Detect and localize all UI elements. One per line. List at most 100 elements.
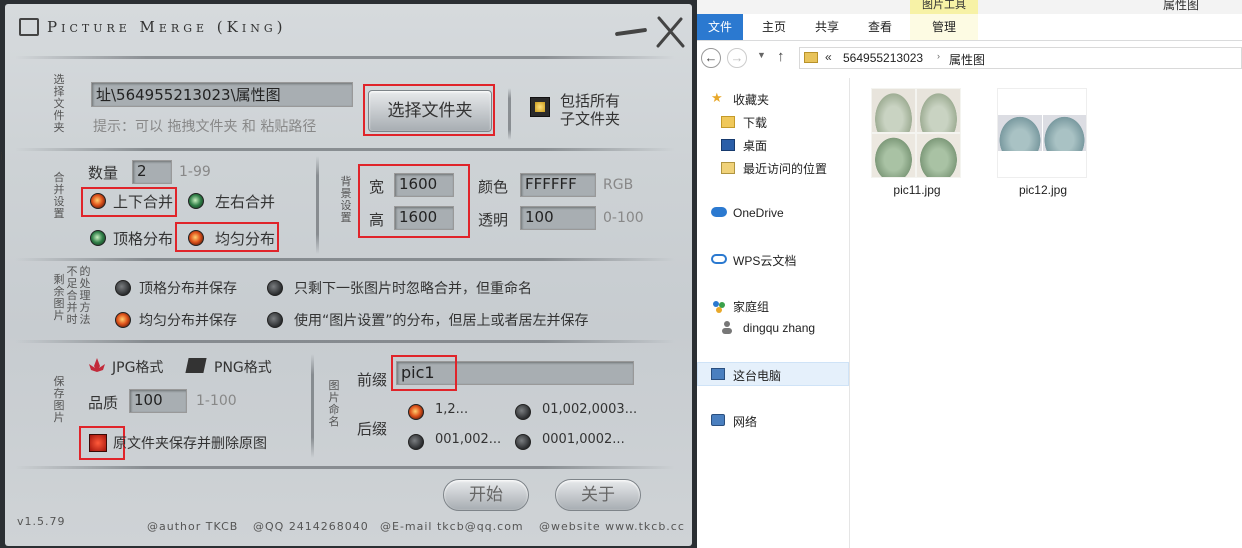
divider bbox=[15, 148, 675, 151]
user-icon bbox=[721, 320, 733, 334]
remain-even-save-radio[interactable] bbox=[115, 312, 131, 328]
merge-horizontal-label[interactable]: 左右合并 bbox=[215, 191, 275, 212]
suffix-opt2-label[interactable]: 01,002,0003... bbox=[542, 402, 637, 417]
nav-network[interactable]: 网络 bbox=[733, 413, 757, 430]
divider bbox=[15, 258, 675, 261]
bg-section-label: 背景设置 bbox=[340, 175, 352, 224]
nav-thispc[interactable]: 这台电脑 bbox=[733, 367, 781, 384]
remain-ignore-radio[interactable] bbox=[267, 280, 283, 296]
breadcrumb-overflow[interactable]: « bbox=[825, 50, 832, 64]
nav-desktop[interactable]: 桌面 bbox=[743, 137, 767, 154]
jpg-format-label[interactable]: JPG格式 bbox=[112, 357, 163, 377]
dist-grid-radio[interactable] bbox=[90, 230, 106, 246]
background-fragment: i bbox=[0, 150, 4, 163]
bg-color-unit: RGB bbox=[603, 177, 634, 193]
highlight-box bbox=[358, 164, 470, 238]
delete-original-label[interactable]: 原文件夹保存并删除原图 bbox=[113, 433, 267, 453]
nav-user[interactable]: dingqu zhang bbox=[743, 321, 815, 335]
file-item[interactable] bbox=[871, 88, 963, 180]
chevron-right-icon[interactable]: › bbox=[937, 51, 940, 61]
remain-grid-save-label[interactable]: 顶格分布并保存 bbox=[139, 278, 237, 298]
nav-homegroup[interactable]: 家庭组 bbox=[733, 298, 769, 315]
breadcrumb-item-2[interactable]: 属性图 bbox=[949, 51, 985, 68]
nav-favorites[interactable]: 收藏夹 bbox=[733, 91, 769, 108]
tab-manage[interactable]: 管理 bbox=[910, 14, 978, 40]
about-button[interactable]: 关于 bbox=[555, 479, 641, 511]
dist-grid-label[interactable]: 顶格分布 bbox=[113, 228, 173, 249]
count-label: 数量 bbox=[88, 164, 119, 182]
suffix-opt2-radio[interactable] bbox=[515, 404, 531, 420]
divider bbox=[15, 466, 675, 469]
tab-file[interactable]: 文件 bbox=[697, 14, 743, 40]
png-icon[interactable] bbox=[185, 358, 207, 373]
nav-recent[interactable]: 最近访问的位置 bbox=[743, 160, 827, 177]
file-name[interactable]: pic12.jpg bbox=[997, 183, 1089, 197]
bg-opacity-input[interactable]: 100 bbox=[520, 206, 596, 230]
nav-onedrive[interactable]: OneDrive bbox=[733, 206, 784, 220]
lotus-icon[interactable] bbox=[87, 356, 107, 374]
divider bbox=[316, 156, 319, 254]
include-subfolders-label-2: 子文件夹 bbox=[560, 110, 621, 128]
highlight-box bbox=[363, 84, 495, 136]
downloads-icon bbox=[721, 116, 735, 128]
folder-icon bbox=[804, 52, 818, 63]
onedrive-icon bbox=[711, 207, 727, 217]
quality-input[interactable]: 100 bbox=[129, 389, 187, 413]
history-dropdown-icon[interactable]: ▼ bbox=[757, 50, 766, 60]
suffix-opt3-radio[interactable] bbox=[408, 434, 424, 450]
app-panel: Picture Merge (King) 选择文件夹 址\56495521302… bbox=[5, 4, 692, 546]
start-button[interactable]: 开始 bbox=[443, 479, 529, 511]
folder-hint: 提示：可以 拖拽文件夹 和 粘贴路径 bbox=[93, 119, 317, 135]
remainder-label-2: 不足合并时 bbox=[66, 265, 78, 326]
app-title: Picture Merge (King) bbox=[47, 18, 287, 36]
naming-section-label: 图片命名 bbox=[328, 379, 340, 428]
divider bbox=[15, 340, 675, 343]
count-range: 1-99 bbox=[179, 164, 211, 180]
divider bbox=[15, 56, 675, 59]
save-section-label: 保存图片 bbox=[53, 375, 65, 424]
file-item[interactable] bbox=[997, 88, 1089, 180]
forward-icon[interactable]: → bbox=[727, 48, 747, 68]
up-icon[interactable]: ↑ bbox=[777, 48, 785, 65]
suffix-opt4-label[interactable]: 0001,0002... bbox=[542, 432, 625, 447]
suffix-opt4-radio[interactable] bbox=[515, 434, 531, 450]
merge-horizontal-radio[interactable] bbox=[188, 193, 204, 209]
footer-author: @author TKCB bbox=[147, 520, 239, 533]
back-icon[interactable]: ← bbox=[701, 48, 721, 68]
nav-wps[interactable]: WPS云文档 bbox=[733, 252, 796, 269]
include-subfolders-checkbox[interactable] bbox=[530, 97, 550, 117]
version-label: v1.5.79 bbox=[17, 515, 66, 528]
bg-color-input[interactable]: FFFFFF bbox=[520, 173, 596, 197]
suffix-opt1-label[interactable]: 1,2... bbox=[435, 402, 468, 417]
recent-places-icon bbox=[721, 162, 735, 174]
remain-ignore-label[interactable]: 只剩下一张图片时忽略合并，但重命名 bbox=[294, 278, 532, 298]
remain-use-setting-radio[interactable] bbox=[267, 312, 283, 328]
suffix-opt1-radio[interactable] bbox=[408, 404, 424, 420]
tab-share[interactable]: 共享 bbox=[805, 14, 849, 40]
homegroup-icon bbox=[711, 299, 727, 313]
highlight-box bbox=[391, 355, 457, 391]
file-explorer-window: 图片工具 属性图 文件 主页 共享 查看 管理 ← → ▼ ↑ « 564955… bbox=[697, 0, 1242, 548]
tab-home[interactable]: 主页 bbox=[752, 14, 796, 40]
quality-range: 1-100 bbox=[196, 393, 237, 409]
breadcrumb-item-1[interactable]: 564955213023 bbox=[843, 51, 923, 65]
count-input[interactable]: 2 bbox=[132, 160, 172, 184]
folder-path-input[interactable]: 址\564955213023\属性图 bbox=[91, 82, 353, 107]
remain-even-save-label[interactable]: 均匀分布并保存 bbox=[139, 310, 237, 330]
remain-grid-save-radio[interactable] bbox=[115, 280, 131, 296]
tab-view[interactable]: 查看 bbox=[858, 14, 902, 40]
network-icon bbox=[711, 414, 725, 426]
minimize-icon[interactable] bbox=[614, 27, 648, 37]
this-pc-icon bbox=[711, 368, 725, 380]
star-icon: ★ bbox=[711, 90, 723, 105]
thumbnail-image bbox=[997, 88, 1087, 178]
wps-cloud-icon bbox=[711, 254, 727, 264]
nav-downloads[interactable]: 下载 bbox=[743, 114, 767, 131]
prefix-label: 前缀 bbox=[357, 371, 388, 389]
remain-use-setting-label[interactable]: 使用“图片设置”的分布，但居上或者居左并保存 bbox=[294, 310, 589, 330]
file-name[interactable]: pic11.jpg bbox=[871, 183, 963, 197]
close-icon[interactable] bbox=[655, 16, 685, 48]
suffix-opt3-label[interactable]: 001,002... bbox=[435, 432, 501, 447]
png-format-label[interactable]: PNG格式 bbox=[214, 357, 272, 377]
suffix-label: 后缀 bbox=[357, 420, 388, 438]
